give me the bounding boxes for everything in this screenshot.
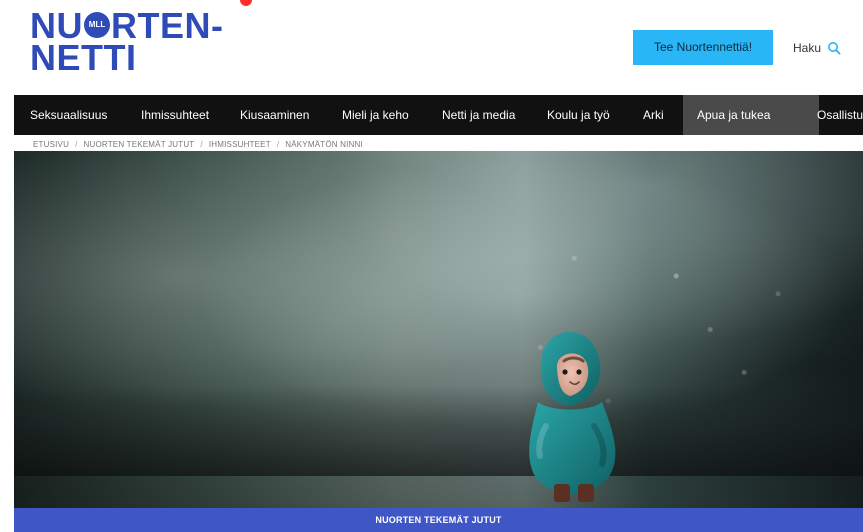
- nav-item-label: Arki: [643, 108, 664, 122]
- nav-item-label: Seksuaalisuus: [30, 108, 108, 122]
- nav-item-kiusaaminen[interactable]: Kiusaaminen: [240, 95, 332, 135]
- nav-item-netti-ja-media[interactable]: Netti ja media: [442, 95, 542, 135]
- logo-line-2: NETTI: [30, 37, 137, 78]
- breadcrumb-separator: /: [75, 139, 78, 149]
- nav-item-arki[interactable]: Arki: [643, 95, 683, 135]
- nav-item-apua-ja-tukea[interactable]: Apua ja tukea: [683, 95, 819, 135]
- main-nav: Seksuaalisuus Ihmissuhteet Kiusaaminen M…: [14, 95, 863, 135]
- nav-item-label: Osallistu: [817, 108, 863, 122]
- nav-item-osallistu[interactable]: Osallistu: [817, 95, 863, 135]
- breadcrumb-separator: /: [276, 139, 280, 149]
- nav-item-koulu-ja-tyo[interactable]: Koulu ja työ: [547, 95, 637, 135]
- create-nuortennetti-button[interactable]: Tee Nuortennettiä!: [633, 30, 773, 65]
- nav-item-label: Mieli ja keho: [342, 108, 409, 122]
- search-icon: [827, 41, 841, 55]
- mll-badge-text: MLL: [88, 20, 106, 30]
- search[interactable]: Haku: [793, 30, 841, 65]
- nav-item-label: Netti ja media: [442, 108, 516, 122]
- nav-item-seksuaalisuus[interactable]: Seksuaalisuus: [30, 95, 133, 135]
- breadcrumb-item-ihmissuhteet[interactable]: Ihmissuhteet: [209, 140, 271, 149]
- window-ledge: [14, 386, 863, 476]
- brand-accent-mark: [240, 0, 252, 6]
- breadcrumb-separator: /: [200, 139, 203, 149]
- breadcrumb: Etusivu / Nuorten tekemät jutut / Ihmiss…: [33, 137, 363, 151]
- nav-item-label: Koulu ja työ: [547, 108, 610, 122]
- nav-item-mieli-ja-keho[interactable]: Mieli ja keho: [342, 95, 434, 135]
- raincoat-figure: [529, 332, 616, 502]
- breadcrumb-item-etusivu[interactable]: Etusivu: [33, 140, 69, 149]
- nav-item-label: Ihmissuhteet: [141, 108, 210, 122]
- category-banner[interactable]: NUORTEN TEKEMÄT JUTUT: [14, 508, 863, 532]
- breadcrumb-item-current: Näkymätön Ninni: [285, 139, 363, 149]
- nav-item-label: Kiusaaminen: [240, 108, 310, 122]
- hero-image: [14, 151, 863, 508]
- search-label: Haku: [793, 40, 822, 55]
- site-logo[interactable]: NU MLL RTEN- NETTI: [30, 8, 230, 80]
- mll-badge: MLL: [84, 12, 110, 39]
- nav-item-ihmissuhteet[interactable]: Ihmissuhteet: [141, 95, 233, 135]
- breadcrumb-item-nuorten-tekemat-jutut[interactable]: Nuorten tekemät jutut: [84, 140, 195, 149]
- nav-item-label: Apua ja tukea: [697, 108, 771, 122]
- top-bar: NU MLL RTEN- NETTI Tee Nuortennettiä! Haku: [0, 0, 863, 95]
